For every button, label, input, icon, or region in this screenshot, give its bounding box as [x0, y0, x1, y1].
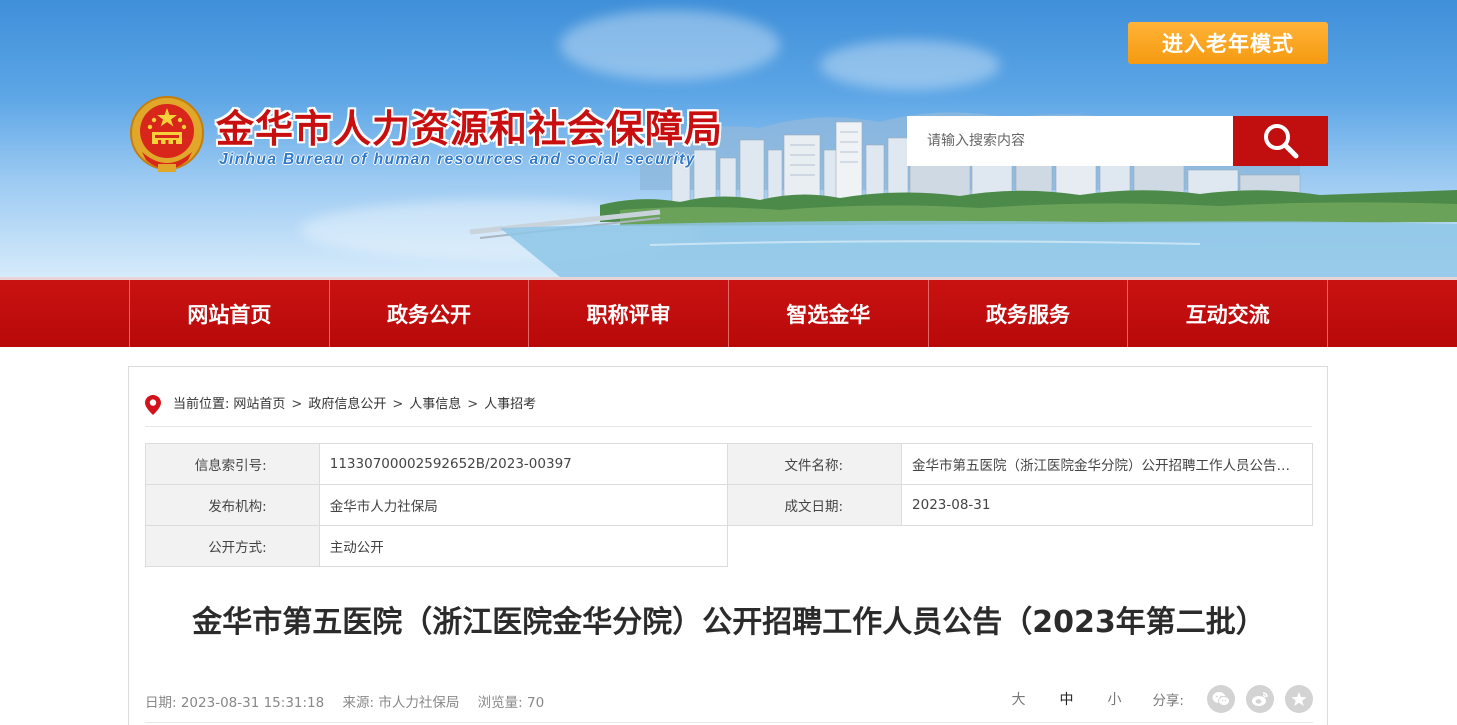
- site-subtitle: Jinhua Bureau of human resources and soc…: [219, 151, 696, 168]
- disclosure-method-value: 主动公开: [318, 525, 729, 567]
- file-name-value: 金华市第五医院（浙江医院金华分院）公开招聘工作人员公告（2023年第二批）: [912, 458, 1296, 474]
- main-navigation: 网站首页 政务公开 职称评审 智选金华 政务服务 互动交流: [0, 277, 1457, 347]
- font-size-medium[interactable]: 中: [1059, 689, 1073, 709]
- nav-item-smart-jinhua[interactable]: 智选金华: [728, 280, 928, 347]
- view-count: 浏览量: 70: [477, 695, 545, 711]
- breadcrumb-separator: >: [392, 397, 404, 412]
- document-meta-table: 信息索引号: 11330700002592652B/2023-00397 文件名…: [145, 443, 1313, 567]
- publisher-value: 金华市人力社保局: [318, 484, 729, 526]
- article-source: 来源: 市人力社保局: [342, 695, 460, 711]
- document-date-label: 成文日期:: [727, 484, 903, 526]
- header-banner: 进入老年模式 金华市人力资源和社会保障局 Jinhua Bureau of hu…: [0, 0, 1457, 277]
- table-row: 公开方式: 主动公开: [145, 525, 1313, 567]
- article-title: 金华市第五医院（浙江医院金华分院）公开招聘工作人员公告（2023年第二批）: [192, 605, 1266, 640]
- publish-date: 日期: 2023-08-31 15:31:18: [145, 695, 325, 711]
- font-size-small[interactable]: 小: [1107, 689, 1121, 709]
- breadcrumb: 当前位置: 网站首页 > 政府信息公开 > 人事信息 > 人事招考: [145, 393, 1312, 427]
- breadcrumb-recruitment[interactable]: 人事招考: [484, 393, 536, 417]
- article-info-bar: 日期: 2023-08-31 15:31:18 来源: 市人力社保局 浏览量: …: [145, 683, 1313, 723]
- table-row: 信息索引号: 11330700002592652B/2023-00397 文件名…: [145, 443, 1313, 485]
- font-size-large[interactable]: 大: [1011, 689, 1025, 709]
- wechat-icon[interactable]: [1207, 685, 1235, 713]
- search-input[interactable]: [907, 116, 1233, 166]
- favorite-icon[interactable]: [1285, 685, 1313, 713]
- share-label: 分享:: [1152, 693, 1184, 709]
- nav-item-title-review[interactable]: 职称评审: [528, 280, 728, 347]
- document-date-value: 2023-08-31: [901, 484, 1313, 526]
- breadcrumb-home[interactable]: 网站首页: [233, 393, 285, 417]
- content-panel: 当前位置: 网站首页 > 政府信息公开 > 人事信息 > 人事招考 信息索引号:…: [128, 366, 1328, 725]
- nav-item-government-affairs[interactable]: 政务公开: [328, 280, 529, 347]
- file-name-cell: 金华市第五医院（浙江医院金华分院）公开招聘工作人员公告（2023年第二批）: [901, 443, 1313, 485]
- search-icon: [1263, 124, 1298, 159]
- breadcrumb-gov-info[interactable]: 政府信息公开: [308, 393, 386, 417]
- table-row: 发布机构: 金华市人力社保局 成文日期: 2023-08-31: [145, 484, 1313, 526]
- location-pin-icon: [145, 395, 161, 415]
- empty-cell: [727, 525, 1313, 567]
- site-title: 金华市人力资源和社会保障局: [216, 106, 724, 151]
- index-number-label: 信息索引号:: [145, 443, 320, 485]
- national-emblem-icon: [130, 96, 204, 172]
- breadcrumb-prefix: 当前位置:: [173, 397, 230, 412]
- breadcrumb-personnel-info[interactable]: 人事信息: [409, 393, 461, 417]
- search-button[interactable]: [1233, 116, 1328, 166]
- nav-item-interaction[interactable]: 互动交流: [1127, 280, 1329, 347]
- disclosure-method-label: 公开方式:: [145, 525, 320, 567]
- elderly-mode-button[interactable]: 进入老年模式: [1128, 22, 1328, 64]
- publisher-label: 发布机构:: [145, 484, 320, 526]
- breadcrumb-separator: >: [467, 397, 479, 412]
- breadcrumb-separator: >: [291, 397, 303, 412]
- nav-item-home[interactable]: 网站首页: [129, 280, 329, 347]
- index-number-value: 11330700002592652B/2023-00397: [318, 443, 729, 485]
- weibo-icon[interactable]: [1246, 685, 1274, 713]
- nav-item-government-services[interactable]: 政务服务: [927, 280, 1128, 347]
- file-name-label: 文件名称:: [727, 443, 903, 485]
